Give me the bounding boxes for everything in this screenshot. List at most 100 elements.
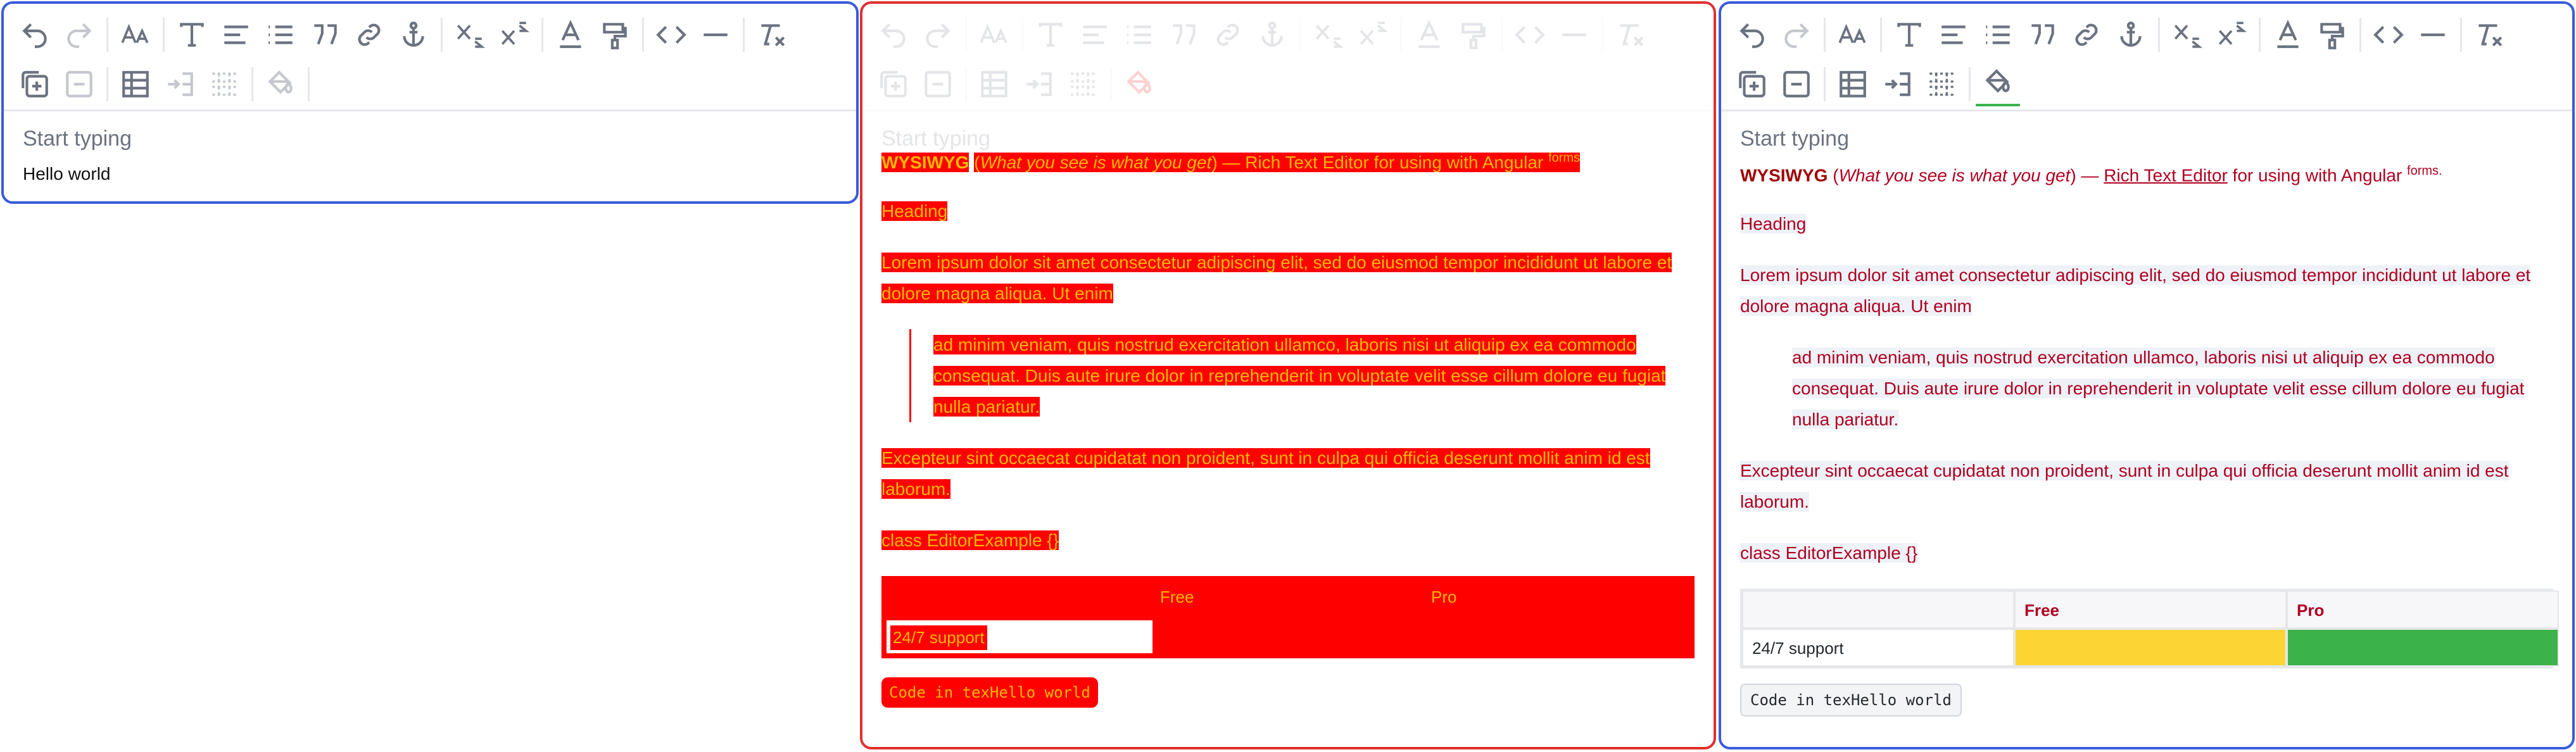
text-format-icon[interactable]: [1028, 13, 1073, 57]
merge-cells-icon[interactable]: [1016, 62, 1061, 106]
merge-cells-icon[interactable]: [158, 62, 202, 106]
code-icon[interactable]: [2366, 13, 2411, 57]
insert-table-icon[interactable]: [871, 62, 916, 106]
font-size-icon[interactable]: [113, 13, 158, 57]
table-header-pro[interactable]: Pro: [2287, 591, 2559, 629]
horizontal-rule-icon[interactable]: [2411, 13, 2455, 57]
table-header-free[interactable]: Free: [2014, 591, 2287, 629]
title-prefix: WYSIWYG: [881, 153, 969, 173]
link-icon[interactable]: [347, 13, 391, 57]
anchor-icon[interactable]: [2109, 13, 2153, 57]
paragraph-1: Lorem ipsum dolor sit amet consectetur a…: [1740, 265, 2531, 316]
redo-icon[interactable]: [1774, 13, 1819, 57]
cell-color-icon[interactable]: [258, 62, 303, 106]
content-text[interactable]: Hello world: [23, 164, 837, 184]
split-cells-icon[interactable]: [1061, 62, 1105, 106]
horizontal-rule-icon[interactable]: [1552, 13, 1596, 57]
clear-format-icon[interactable]: [2467, 13, 2511, 57]
code-block[interactable]: Code in texHello world: [881, 677, 1098, 708]
anchor-icon[interactable]: [391, 13, 436, 57]
redo-icon[interactable]: [916, 13, 960, 57]
text-color-icon[interactable]: [1407, 13, 1451, 57]
toolbar-divider: [1824, 67, 1826, 101]
quote-icon[interactable]: [1161, 13, 1206, 57]
table-icon[interactable]: [1831, 62, 1875, 106]
clear-format-icon[interactable]: [750, 13, 794, 57]
superscript-icon[interactable]: [492, 13, 536, 57]
table-cell-green[interactable]: [2287, 629, 2559, 667]
delete-table-icon[interactable]: [916, 62, 960, 106]
toolbar-divider: [965, 18, 967, 52]
table-header-empty[interactable]: [1742, 591, 2014, 629]
undo-icon[interactable]: [1730, 13, 1774, 57]
toolbar-divider: [1021, 18, 1023, 52]
subscript-icon[interactable]: [448, 13, 492, 57]
title-italic: What you see is what you get: [980, 153, 1212, 173]
font-size-icon[interactable]: [1831, 13, 1875, 57]
text-color-icon[interactable]: [548, 13, 593, 57]
title-link[interactable]: Rich Text Editor: [2104, 165, 2228, 185]
table-cell[interactable]: 24/7 support: [885, 619, 1154, 655]
subscript-icon[interactable]: [1306, 13, 1351, 57]
highlight-color-icon[interactable]: [593, 13, 637, 57]
link-icon[interactable]: [2064, 13, 2109, 57]
code-icon[interactable]: [1508, 13, 1552, 57]
cell-color-icon[interactable]: [1976, 62, 2020, 106]
placeholder: Start typing: [881, 127, 990, 151]
title-line: WYSIWYG (What you see is what you get) —…: [1740, 164, 2442, 185]
subscript-icon[interactable]: [2165, 13, 2209, 57]
highlight-color-icon[interactable]: [1451, 13, 1496, 57]
code-icon[interactable]: [649, 13, 693, 57]
toolbar-row-2: [1730, 60, 2563, 109]
toolbar-divider: [1824, 18, 1826, 52]
font-size-icon[interactable]: [972, 13, 1016, 57]
cell-color-icon[interactable]: [1117, 62, 1161, 106]
table-cell-yellow[interactable]: [2014, 629, 2287, 667]
insert-table-icon[interactable]: [13, 62, 57, 106]
insert-table-icon[interactable]: [1730, 62, 1774, 106]
toolbar-divider: [1501, 18, 1503, 52]
align-icon[interactable]: [214, 13, 258, 57]
delete-table-icon[interactable]: [57, 62, 101, 106]
split-cells-icon[interactable]: [1919, 62, 1964, 106]
superscript-icon[interactable]: [1351, 13, 1395, 57]
editor-content[interactable]: Start typing Hello world: [4, 111, 856, 194]
title-prefix: WYSIWYG: [1740, 165, 1828, 185]
highlight-color-icon[interactable]: [2310, 13, 2354, 57]
align-icon[interactable]: [1073, 13, 1117, 57]
horizontal-rule-icon[interactable]: [693, 13, 738, 57]
paragraph-2: Excepteur sint occaecat cupidatat non pr…: [881, 448, 1650, 499]
toolbar-row-1: [13, 10, 847, 60]
text-format-icon[interactable]: [170, 13, 214, 57]
undo-icon[interactable]: [13, 13, 57, 57]
list-icon[interactable]: [258, 13, 303, 57]
code-block[interactable]: Code in texHello world: [1740, 684, 1962, 717]
align-icon[interactable]: [1931, 13, 1976, 57]
link-icon[interactable]: [1206, 13, 1250, 57]
table: Free Pro 24/7 support: [881, 576, 1695, 659]
delete-table-icon[interactable]: [1774, 62, 1819, 106]
list-icon[interactable]: [1117, 13, 1161, 57]
title-body: (What you see is what you get) — Rich Te…: [974, 151, 1581, 173]
merge-cells-icon[interactable]: [1875, 62, 1919, 106]
editor-content[interactable]: Start typing WYSIWYG (What you see is wh…: [1721, 111, 2572, 727]
text-format-icon[interactable]: [1887, 13, 1931, 57]
toolbar: [4, 4, 856, 111]
quote-icon[interactable]: [303, 13, 347, 57]
anchor-icon[interactable]: [1250, 13, 1294, 57]
text-color-icon[interactable]: [2266, 13, 2310, 57]
split-cells-icon[interactable]: [202, 62, 246, 106]
table-cell[interactable]: 24/7 support: [1742, 629, 2014, 667]
quote-icon[interactable]: [2020, 13, 2064, 57]
list-icon[interactable]: [1976, 13, 2020, 57]
undo-icon[interactable]: [871, 13, 916, 57]
toolbar-divider: [2158, 18, 2160, 52]
table-icon[interactable]: [113, 62, 158, 106]
redo-icon[interactable]: [57, 13, 101, 57]
table-icon[interactable]: [972, 62, 1016, 106]
superscript-icon[interactable]: [2209, 13, 2254, 57]
editor-content[interactable]: Start typing WYSIWYG (What you see is wh…: [862, 111, 1714, 718]
toolbar-row-2: [13, 60, 847, 109]
clear-format-icon[interactable]: [1608, 13, 1653, 57]
toolbar-row-1: [871, 10, 1705, 60]
